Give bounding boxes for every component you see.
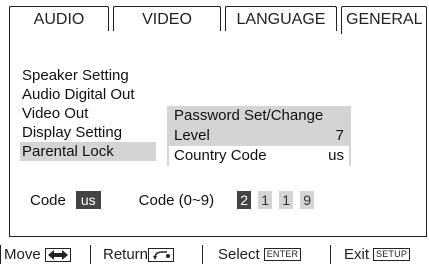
help-exit-label: Exit	[344, 246, 370, 263]
help-divider	[0, 245, 1, 264]
help-return-label: Return	[103, 246, 149, 263]
code-digit[interactable]: 1	[258, 191, 273, 209]
menu-item-display-setting[interactable]: Display Setting	[20, 123, 156, 142]
submenu-item-value: us	[328, 147, 344, 164]
help-select-label: Select	[218, 246, 260, 263]
help-bar: Move Return Select ENTER Exit SETUP	[0, 244, 429, 265]
submenu-item-label: Password Set/Change	[174, 107, 324, 124]
return-icon	[148, 247, 175, 262]
setup-key-icon: SETUP	[373, 248, 411, 261]
menu-item-speaker-setting[interactable]: Speaker Setting	[20, 66, 156, 85]
menu-item-parental-lock[interactable]: Parental Lock	[20, 142, 156, 161]
tab-video[interactable]: VIDEO	[113, 6, 221, 32]
code-entry-row: Code us Code (0~9) 2 1 1 9	[30, 190, 315, 210]
help-return: Return	[103, 244, 175, 265]
help-divider	[330, 245, 331, 264]
enter-key-icon: ENTER	[263, 248, 302, 261]
menu-item-audio-digital-out[interactable]: Audio Digital Out	[20, 85, 156, 104]
code-digit[interactable]: 9	[300, 191, 315, 209]
parental-lock-submenu: Password Set/Change Level 7 Country Code…	[167, 106, 351, 166]
submenu-item-country-code[interactable]: Country Code us	[169, 146, 349, 166]
help-move: Move	[4, 244, 71, 265]
help-exit: Exit SETUP	[344, 244, 411, 265]
code-range-label: Code (0~9)	[138, 191, 215, 209]
tab-bar: AUDIO VIDEO LANGUAGE GENERAL	[9, 6, 429, 34]
code-value-box[interactable]: us	[75, 191, 101, 209]
left-right-arrows-icon	[44, 247, 71, 262]
submenu-item-password[interactable]: Password Set/Change	[167, 106, 351, 126]
tab-language[interactable]: LANGUAGE	[225, 6, 337, 32]
help-move-label: Move	[4, 246, 41, 263]
general-menu: Speaker Setting Audio Digital Out Video …	[20, 66, 156, 161]
tab-audio[interactable]: AUDIO	[9, 6, 109, 32]
submenu-item-value: 7	[335, 127, 344, 144]
code-label: Code	[30, 191, 66, 209]
submenu-item-label: Country Code	[174, 147, 267, 164]
tab-general[interactable]: GENERAL	[341, 6, 427, 34]
menu-item-video-out[interactable]: Video Out	[20, 104, 156, 123]
code-digit[interactable]: 2	[237, 191, 252, 209]
submenu-item-level[interactable]: Level 7	[167, 126, 351, 146]
help-divider	[90, 245, 91, 264]
help-select: Select ENTER	[218, 244, 302, 265]
submenu-item-label: Level	[174, 127, 210, 144]
code-digit[interactable]: 1	[279, 191, 294, 209]
help-divider	[202, 245, 203, 264]
